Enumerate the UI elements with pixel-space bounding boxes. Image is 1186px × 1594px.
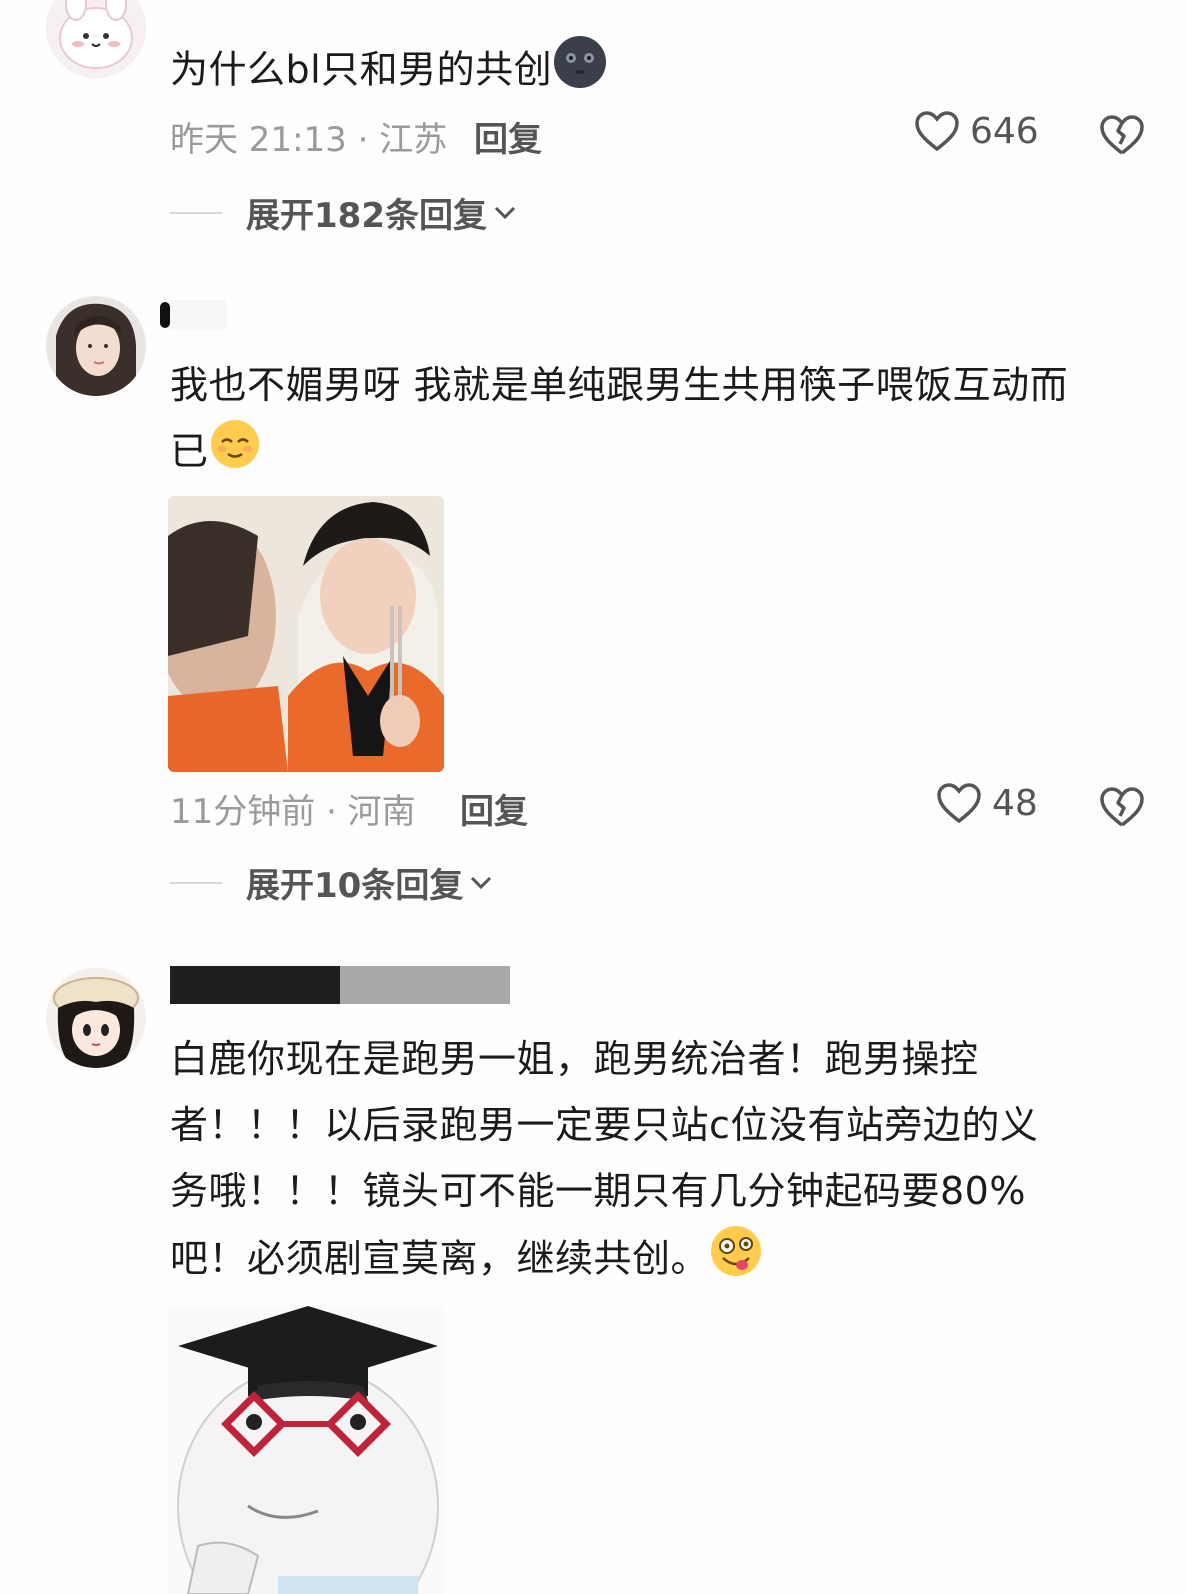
comment-image-gif[interactable] bbox=[168, 496, 444, 772]
divider-line bbox=[170, 211, 222, 214]
like-count: 48 bbox=[992, 782, 1038, 824]
dark-moon-face-icon bbox=[552, 34, 608, 110]
comment-text: 白鹿你现在是跑男一姐，跑男统治者！跑男操控 者！！！以后录跑男一定要只站c位没有… bbox=[170, 1026, 1038, 1298]
like-button[interactable]: 48 bbox=[936, 782, 1038, 824]
broken-heart-icon bbox=[1100, 115, 1144, 155]
expand-replies[interactable]: 展开182条回复 bbox=[170, 188, 517, 237]
heart-icon bbox=[915, 111, 959, 152]
reply-button[interactable]: 回复 bbox=[460, 784, 528, 833]
dislike-button[interactable] bbox=[1100, 114, 1144, 156]
zany-face-icon bbox=[709, 1224, 763, 1298]
avatar[interactable] bbox=[46, 968, 146, 1068]
comment-text: 为什么bl只和男的共创 bbox=[170, 34, 608, 110]
comment-time-location: 昨天 21:13 · 江苏 bbox=[170, 120, 448, 160]
avatar[interactable] bbox=[46, 0, 146, 78]
relieved-face-icon bbox=[209, 418, 261, 490]
comment-time-location: 11分钟前 · 河南 bbox=[170, 792, 416, 832]
comment-text: 我也不媚男呀 我就是单纯跟男生共用筷子喂饭互动而 已 bbox=[170, 352, 1068, 490]
chevron-down-icon bbox=[471, 876, 492, 889]
divider-line bbox=[170, 881, 222, 884]
avatar[interactable] bbox=[46, 296, 146, 396]
comment-image-meme[interactable] bbox=[168, 1306, 444, 1594]
redacted-username bbox=[170, 962, 510, 1008]
heart-icon bbox=[937, 783, 981, 824]
reply-button[interactable]: 回复 bbox=[474, 112, 542, 161]
expand-replies[interactable]: 展开10条回复 bbox=[170, 858, 493, 907]
like-button[interactable]: 646 bbox=[914, 110, 1039, 152]
broken-heart-icon bbox=[1100, 787, 1144, 827]
chevron-down-icon bbox=[494, 206, 516, 219]
like-count: 646 bbox=[970, 110, 1039, 152]
redacted-username bbox=[156, 296, 226, 334]
dislike-button[interactable] bbox=[1100, 786, 1144, 828]
